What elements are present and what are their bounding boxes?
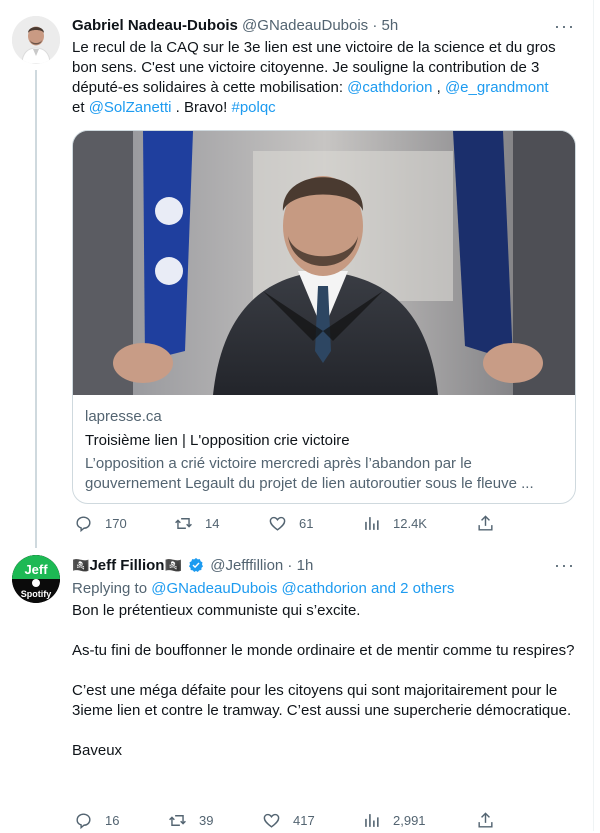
retweet-icon [175,518,192,529]
share-button[interactable] [476,514,507,533]
avatar[interactable] [12,16,60,64]
tweet-paragraph: As-tu fini de bouffonner le monde ordina… [72,642,575,659]
mention-link[interactable]: @e_grandmont [445,79,549,96]
avatar[interactable]: Jeff Spotify [12,555,60,603]
card-title: Troisième lien | L'opposition crie victo… [85,432,350,449]
timestamp[interactable]: 1h [297,557,314,574]
reply-icon [76,813,91,830]
timestamp[interactable]: 5h [382,17,399,34]
views-count: 12.4K [393,516,427,531]
author-handle[interactable]: @Jefffillion [210,557,283,574]
tweet-header: 🏴‍☠️Jeff Fillion🏴‍☠️ @Jefffillion · 1h [72,555,313,576]
separator: · [283,557,297,574]
timeline-border [593,0,594,831]
replying-to-link[interactable]: @GNadeauDubois @cathdorion and 2 others [151,580,454,597]
mention-link[interactable]: @SolZanetti [89,99,172,116]
author-name[interactable]: Jeff Fillion [89,557,164,574]
share-icon [478,515,493,531]
more-options-icon[interactable]: ··· [554,16,575,36]
tweet-text: . Bravo! [171,99,232,116]
tweet-header: Gabriel Nadeau-Dubois @GNadeauDubois · 5… [72,16,398,36]
pirate-flag-icon: 🏴‍☠️ [164,557,182,573]
tweet-jeff[interactable]: Jeff Spotify 🏴‍☠️Jeff Fillion🏴‍☠️ @Jefff… [0,545,593,831]
retweet-count: 39 [199,813,214,828]
like-count: 61 [299,516,314,531]
mention-link[interactable]: @cathdorion [347,79,432,96]
reply-button[interactable]: 16 [74,811,119,830]
tweet-body: Le recul de la CAQ sur le 3e lien est un… [72,38,577,118]
heart-icon [263,813,280,828]
replying-label: Replying to [72,580,152,597]
heart-icon [269,516,286,531]
card-domain: lapresse.ca [85,408,162,425]
avatar-portrait [12,16,60,64]
tweet-paragraph: C’est une méga défaite pour les citoyens… [72,682,572,719]
tweet-paragraph: Bon le prétentieux communiste qui s’exci… [72,602,361,619]
tweet-actions: 170 14 61 12.4K [72,514,493,536]
verified-badge-icon [189,558,204,572]
tweet-paragraph: Baveux [72,742,123,759]
author-handle[interactable]: @GNadeauDubois [242,17,368,34]
card-meta: lapresse.ca Troisième lien | L'oppositio… [85,407,565,494]
author-name[interactable]: Gabriel Nadeau-Dubois [72,17,238,34]
retweet-button[interactable]: 39 [168,811,213,830]
pirate-flag-icon: 🏴‍☠️ [72,557,90,573]
reply-button[interactable]: 170 [74,514,127,533]
tweet-text: , [432,79,445,96]
avatar-spotify-badge: Jeff Spotify [12,555,60,603]
tweet-gnd[interactable]: Gabriel Nadeau-Dubois @GNadeauDubois · 5… [0,0,593,548]
link-card[interactable]: lapresse.ca Troisième lien | L'oppositio… [72,130,576,504]
views-button[interactable]: 12.4K [362,514,427,533]
retweet-button[interactable]: 14 [174,514,219,533]
replying-to: Replying to @GNadeauDubois @cathdorion a… [72,579,454,599]
tweet-actions: 16 39 417 2,991 [72,811,493,833]
reply-count: 16 [105,813,120,828]
share-button[interactable] [476,811,507,830]
reply-icon [76,516,91,533]
tweet-text: et [72,99,89,116]
thread-connector [35,70,37,548]
more-options-icon[interactable]: ··· [554,555,575,575]
card-description: L’opposition a crié victoire mercredi ap… [85,455,534,492]
tweet-body: Bon le prétentieux communiste qui s’exci… [72,601,577,761]
retweet-count: 14 [205,516,220,531]
views-icon [365,517,379,530]
views-count: 2,991 [393,813,426,828]
views-icon [365,814,379,827]
hashtag-link[interactable]: #polqc [231,99,275,116]
reply-count: 170 [105,516,127,531]
views-button[interactable]: 2,991 [362,811,426,830]
separator: · [368,17,382,34]
avatar-text-bottom: Spotify [21,589,52,599]
like-button[interactable]: 61 [268,514,313,533]
like-count: 417 [293,813,315,828]
share-icon [478,812,493,828]
card-image [73,131,575,395]
avatar-text-top: Jeff [24,562,48,577]
like-button[interactable]: 417 [262,811,315,830]
retweet-icon [169,815,186,826]
